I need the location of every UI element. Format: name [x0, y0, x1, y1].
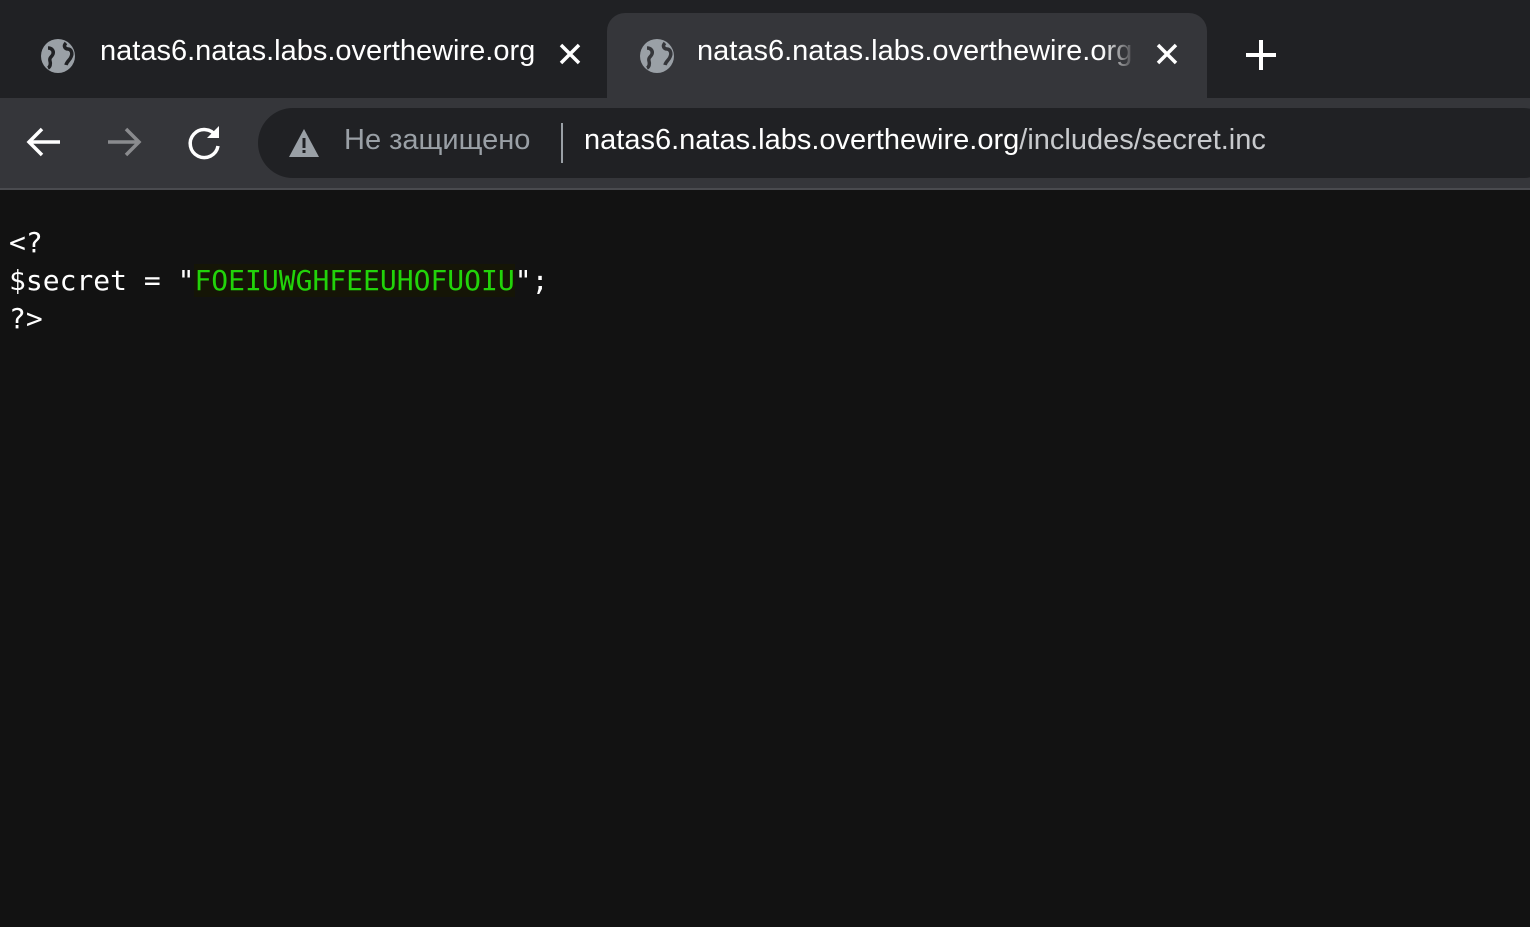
globe-icon [41, 39, 75, 73]
url-text[interactable]: natas6.natas.labs.overthewire.org/includ… [584, 124, 1266, 157]
code-line-1: <? [9, 226, 43, 259]
globe-icon [640, 39, 674, 73]
close-icon[interactable] [1152, 39, 1182, 69]
code-line-2: $secret = "FOEIUWGHFEEUHOFUOIU"; [9, 262, 548, 300]
url-host: natas6.natas.labs.overthewire.org [584, 124, 1020, 156]
tab-2-active[interactable]: natas6.natas.labs.overthewire.org [607, 13, 1207, 98]
new-tab-plus-icon[interactable] [1243, 37, 1279, 73]
code-line-3: ?> [9, 302, 43, 335]
back-arrow-icon[interactable] [24, 122, 64, 162]
divider [561, 123, 563, 163]
close-icon[interactable] [555, 39, 585, 69]
tab-1[interactable]: natas6.natas.labs.overthewire.org [0, 13, 606, 98]
reload-icon[interactable] [184, 122, 224, 162]
toolbar: Не защищено natas6.natas.labs.overthewir… [0, 98, 1530, 190]
page-content: <? $secret = "FOEIUWGHFEEUHOFUOIU"; ?> [9, 224, 548, 338]
address-bar[interactable]: Не защищено natas6.natas.labs.overthewir… [258, 108, 1530, 178]
forward-arrow-icon[interactable] [104, 122, 144, 162]
security-status[interactable]: Не защищено [344, 124, 530, 157]
tab-title: natas6.natas.labs.overthewire.org [697, 35, 1133, 67]
warning-icon[interactable] [288, 128, 320, 158]
code-prefix: $secret = " [9, 264, 195, 297]
secret-value: FOEIUWGHFEEUHOFUOIU [194, 264, 515, 297]
tab-title: natas6.natas.labs.overthewire.org [100, 35, 536, 67]
tab-strip: natas6.natas.labs.overthewire.org natas6… [0, 0, 1530, 98]
url-path: /includes/secret.inc [1019, 124, 1266, 156]
code-suffix: "; [514, 264, 549, 297]
